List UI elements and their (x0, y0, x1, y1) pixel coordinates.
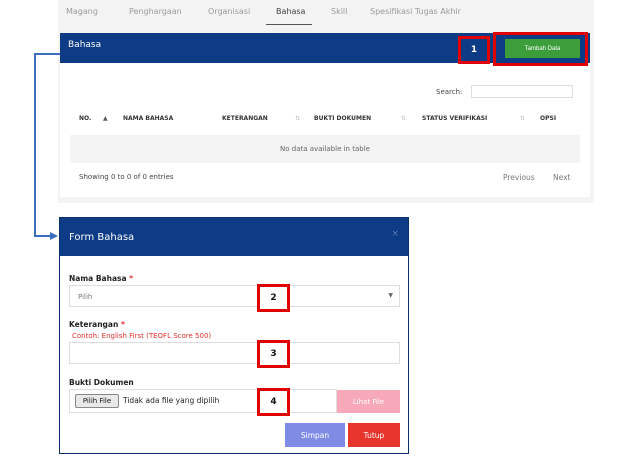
sort-asc-icon[interactable]: ▲ (103, 115, 108, 122)
annotation-2: 2 (257, 284, 290, 312)
column-opsi[interactable]: OPSI (540, 115, 556, 122)
form-bahasa-modal: Form Bahasa × Nama Bahasa * Pilih ▼ Kete… (59, 217, 409, 454)
select-value: Pilih (78, 293, 93, 301)
search-label: Search: (436, 88, 463, 96)
tab-magang[interactable]: Magang (66, 7, 98, 16)
annotation-highlight-tambah (493, 32, 588, 66)
simpan-button[interactable]: Simpan (285, 423, 345, 447)
sort-icon[interactable]: ⇅ (295, 115, 300, 122)
file-status: Tidak ada file yang dipilih (123, 396, 220, 405)
empty-row: No data available in table (70, 135, 580, 163)
keterangan-label: Keterangan * (69, 320, 125, 329)
previous-button[interactable]: Previous (503, 173, 535, 182)
chevron-down-icon: ▼ (388, 292, 393, 299)
column-status-verifikasi[interactable]: STATUS VERIFIKASI (422, 115, 487, 122)
card-title: Bahasa (68, 40, 102, 50)
active-tab-indicator (266, 24, 312, 25)
keterangan-input[interactable] (69, 342, 400, 364)
tab-bar: Magang Penghargaan Organisasi Bahasa Ski… (58, 0, 594, 26)
column-keterangan[interactable]: KETERANGAN (222, 115, 268, 122)
keterangan-hint: Contoh: English First (TEOFL Score 500) (72, 332, 212, 340)
nama-bahasa-select[interactable]: Pilih ▼ (69, 285, 400, 307)
pilih-file-button[interactable]: Pilih File (75, 394, 119, 408)
next-button[interactable]: Next (553, 173, 570, 182)
table-header: NO. ▲ NAMA BAHASA KETERANGAN ⇅ BUKTI DOK… (70, 115, 580, 129)
annotation-1: 1 (458, 36, 490, 64)
close-icon[interactable]: × (391, 229, 399, 239)
column-no[interactable]: NO. (79, 115, 91, 122)
tab-penghargaan[interactable]: Penghargaan (129, 7, 182, 16)
column-bukti-dokumen[interactable]: BUKTI DOKUMEN (314, 115, 371, 122)
tab-bahasa[interactable]: Bahasa (276, 7, 305, 16)
tab-spesifikasi-tugas-akhir[interactable]: Spesifikasi Tugas Akhir (370, 7, 461, 16)
annotation-3: 3 (257, 340, 290, 368)
empty-message: No data available in table (280, 145, 370, 153)
sort-icon[interactable]: ⇅ (520, 115, 525, 122)
modal-header: Form Bahasa × (60, 218, 408, 256)
table-info: Showing 0 to 0 of 0 entries (79, 173, 174, 181)
lihat-file-button[interactable]: Lihat File (337, 390, 400, 413)
tab-organisasi[interactable]: Organisasi (208, 7, 250, 16)
tab-skill[interactable]: Skill (331, 7, 347, 16)
tutup-button[interactable]: Tutup (348, 423, 400, 447)
annotation-4: 4 (257, 388, 290, 416)
column-nama-bahasa[interactable]: NAMA BAHASA (123, 115, 173, 122)
search-input[interactable] (471, 85, 573, 98)
nama-bahasa-label: Nama Bahasa * (69, 274, 134, 283)
sort-icon[interactable]: ⇅ (401, 115, 406, 122)
modal-title: Form Bahasa (69, 232, 135, 243)
bukti-dokumen-label: Bukti Dokumen (69, 378, 134, 387)
